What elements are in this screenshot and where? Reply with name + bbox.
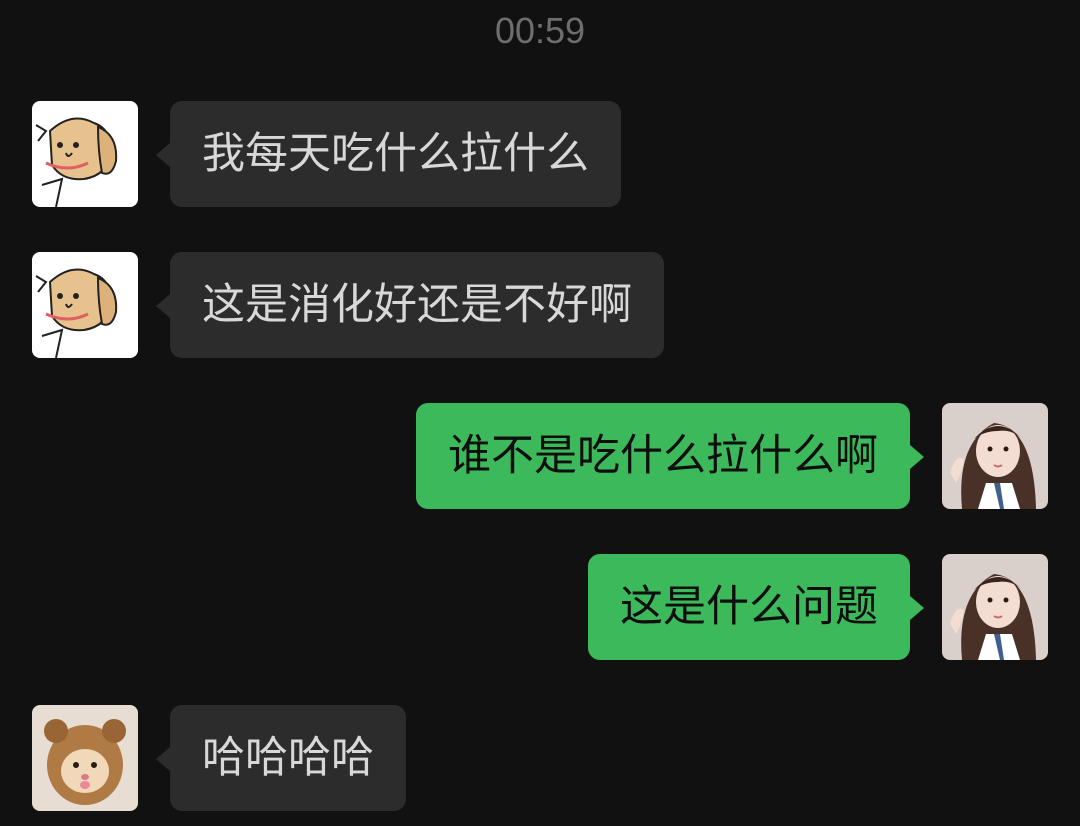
bubble-tail — [156, 747, 170, 771]
message-bubble-outgoing[interactable]: 这是什么问题 — [588, 554, 924, 660]
message-bubble-incoming[interactable]: 这是消化好还是不好啊 — [156, 252, 664, 358]
message-text: 谁不是吃什么拉什么啊 — [448, 431, 878, 481]
bubble-tail — [156, 143, 170, 167]
bubble-tail — [156, 294, 170, 318]
girl-photo-avatar[interactable] — [942, 403, 1048, 509]
message-bubble-incoming[interactable]: 哈哈哈哈 — [156, 705, 406, 811]
cat-photo-avatar[interactable] — [32, 705, 138, 811]
message-bubble-outgoing[interactable]: 谁不是吃什么拉什么啊 — [416, 403, 924, 509]
message-text: 这是消化好还是不好啊 — [202, 280, 632, 330]
message-bubble-incoming[interactable]: 我每天吃什么拉什么 — [156, 101, 621, 207]
message-text: 我每天吃什么拉什么 — [202, 129, 589, 179]
girl-photo-avatar[interactable] — [942, 554, 1048, 660]
bubble-tail — [910, 596, 924, 620]
dog-sticker-avatar[interactable] — [32, 252, 138, 358]
chat-timestamp: 00:59 — [494, 10, 586, 51]
dog-sticker-avatar[interactable] — [32, 101, 138, 207]
message-text: 这是什么问题 — [620, 582, 878, 632]
bubble-tail — [910, 445, 924, 469]
message-text: 哈哈哈哈 — [202, 733, 374, 783]
